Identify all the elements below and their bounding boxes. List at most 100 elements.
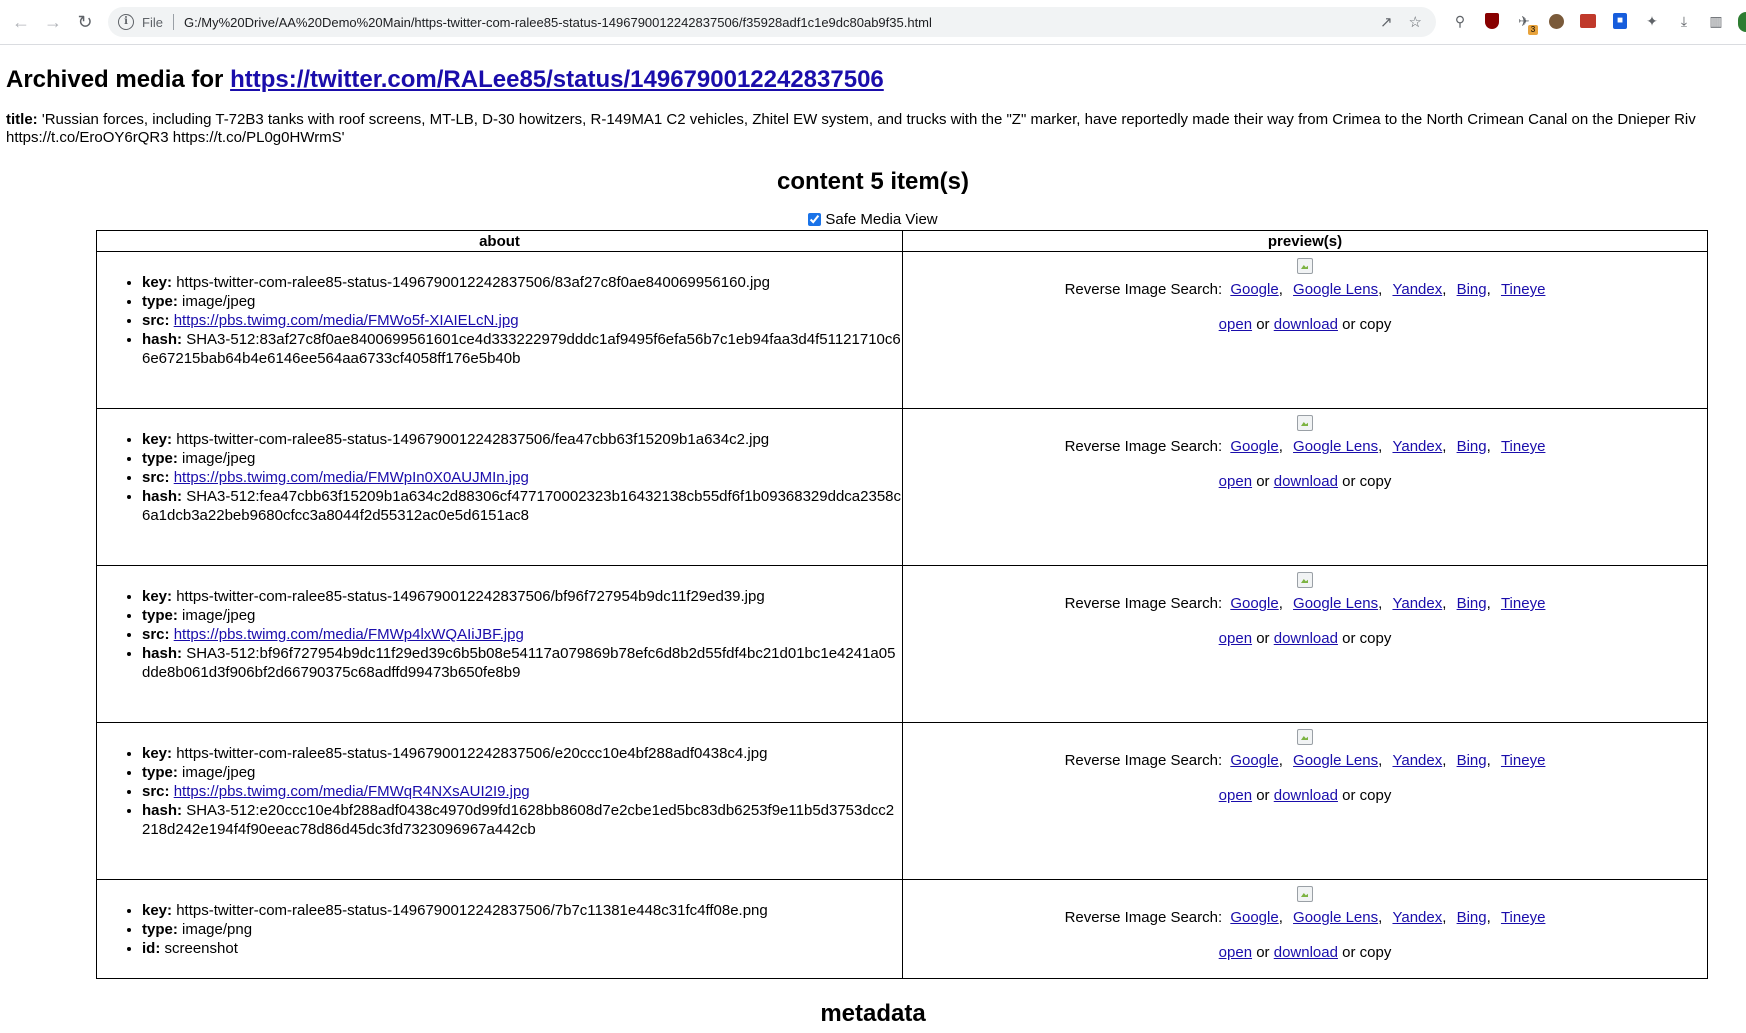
yandex-link[interactable]: Yandex bbox=[1392, 752, 1442, 769]
google-lens-link[interactable]: Google Lens bbox=[1293, 909, 1378, 926]
safe-media-toggle[interactable]: Safe Media View bbox=[6, 211, 1740, 229]
omnibox-divider bbox=[172, 14, 174, 30]
tineye-link[interactable]: Tineye bbox=[1501, 909, 1545, 926]
download-link[interactable]: download bbox=[1274, 630, 1338, 647]
tineye-link[interactable]: Tineye bbox=[1501, 752, 1545, 769]
tweet-link[interactable]: https://twitter.com/RALee85/status/14967… bbox=[230, 66, 884, 93]
type-value: image/jpeg bbox=[182, 293, 256, 310]
side-panel-icon[interactable]: ▥ bbox=[1704, 9, 1728, 33]
google-lens-link[interactable]: Google Lens bbox=[1293, 595, 1378, 612]
src-link[interactable]: https://pbs.twimg.com/media/FMWqR4NXsAUI… bbox=[174, 783, 530, 800]
hash-value: SHA3-512:83af27c8f0ae8400699561601ce4d33… bbox=[142, 331, 901, 367]
download-link[interactable]: download bbox=[1274, 787, 1338, 804]
bing-link[interactable]: Bing bbox=[1457, 752, 1487, 769]
yandex-link[interactable]: Yandex bbox=[1392, 281, 1442, 298]
google-link[interactable]: Google bbox=[1230, 752, 1278, 769]
type-value: image/png bbox=[182, 921, 253, 938]
file-actions: open or download or copy bbox=[1218, 630, 1392, 647]
url-scheme: File bbox=[142, 14, 163, 30]
copy-text[interactable]: or copy bbox=[1342, 944, 1391, 961]
open-link[interactable]: open bbox=[1219, 316, 1252, 333]
bing-link[interactable]: Bing bbox=[1457, 909, 1487, 926]
google-link[interactable]: Google bbox=[1230, 438, 1278, 455]
type-value: image/jpeg bbox=[182, 450, 256, 467]
tineye-link[interactable]: Tineye bbox=[1501, 281, 1545, 298]
src-link[interactable]: https://pbs.twimg.com/media/FMWpIn0X0AUJ… bbox=[174, 469, 529, 486]
extensions-bar: ⚲ ✈ 3 ■ ✦ ⤓ ▥ bbox=[1448, 9, 1728, 35]
src-link[interactable]: https://pbs.twimg.com/media/FMWo5f-XIAIE… bbox=[174, 312, 519, 329]
share-icon[interactable]: ↗ bbox=[1380, 13, 1393, 31]
broken-image-icon[interactable] bbox=[1297, 415, 1313, 431]
page-content: Archived media for https://twitter.com/R… bbox=[0, 65, 1746, 1029]
yandex-link[interactable]: Yandex bbox=[1392, 909, 1442, 926]
download-link[interactable]: download bbox=[1274, 944, 1338, 961]
bitwarden-icon[interactable]: ■ bbox=[1608, 9, 1632, 33]
page-heading: Archived media for https://twitter.com/R… bbox=[6, 65, 1740, 95]
copy-text[interactable]: or copy bbox=[1342, 630, 1391, 647]
table-row: key: https-twitter-com-ralee85-status-14… bbox=[96, 722, 1708, 880]
bing-link[interactable]: Bing bbox=[1457, 595, 1487, 612]
puzzle-piece-icon[interactable]: ✦ bbox=[1640, 9, 1664, 33]
bing-link[interactable]: Bing bbox=[1457, 281, 1487, 298]
google-link[interactable]: Google bbox=[1230, 909, 1278, 926]
forward-arrow-icon[interactable]: → bbox=[38, 7, 68, 37]
preview-cell: Reverse Image Search: Google, Google Len… bbox=[902, 251, 1708, 409]
key-value: https-twitter-com-ralee85-status-1496790… bbox=[176, 431, 770, 448]
safe-media-checkbox[interactable] bbox=[808, 213, 822, 226]
table-row: key: https-twitter-com-ralee85-status-14… bbox=[96, 879, 1708, 979]
open-link[interactable]: open bbox=[1219, 630, 1252, 647]
tineye-link[interactable]: Tineye bbox=[1501, 438, 1545, 455]
table-row: key: https-twitter-com-ralee85-status-14… bbox=[96, 251, 1708, 409]
download-link[interactable]: download bbox=[1274, 316, 1338, 333]
yandex-link[interactable]: Yandex bbox=[1392, 595, 1442, 612]
profile-avatar[interactable] bbox=[1738, 12, 1746, 32]
google-lens-link[interactable]: Google Lens bbox=[1293, 752, 1378, 769]
tineye-link[interactable]: Tineye bbox=[1501, 595, 1545, 612]
info-icon[interactable]: i bbox=[118, 14, 134, 30]
open-link[interactable]: open bbox=[1219, 787, 1252, 804]
download-icon[interactable]: ⤓ bbox=[1672, 9, 1696, 33]
extension-badge-count: 3 bbox=[1528, 25, 1538, 35]
broken-image-icon[interactable] bbox=[1297, 729, 1313, 745]
key-value: https-twitter-com-ralee85-status-1496790… bbox=[176, 274, 770, 291]
download-link[interactable]: download bbox=[1274, 473, 1338, 490]
address-bar[interactable]: i File G:/My%20Drive/AA%20Demo%20Main/ht… bbox=[108, 7, 1436, 37]
reverse-image-search: Reverse Image Search: Google, Google Len… bbox=[1064, 752, 1546, 769]
google-link[interactable]: Google bbox=[1230, 281, 1278, 298]
google-lens-link[interactable]: Google Lens bbox=[1293, 281, 1378, 298]
copy-text[interactable]: or copy bbox=[1342, 787, 1391, 804]
broken-image-icon[interactable] bbox=[1297, 258, 1313, 274]
bing-link[interactable]: Bing bbox=[1457, 438, 1487, 455]
cookie-icon[interactable] bbox=[1544, 9, 1568, 33]
reverse-image-search: Reverse Image Search: Google, Google Len… bbox=[1064, 281, 1546, 298]
table-row: key: https-twitter-com-ralee85-status-14… bbox=[96, 565, 1708, 723]
back-arrow-icon[interactable]: ← bbox=[6, 7, 36, 37]
file-actions: open or download or copy bbox=[1218, 316, 1392, 333]
key-item: key: https-twitter-com-ralee85-status-14… bbox=[142, 273, 902, 292]
google-lens-link[interactable]: Google Lens bbox=[1293, 438, 1378, 455]
reverse-image-search: Reverse Image Search: Google, Google Len… bbox=[1064, 909, 1546, 926]
id-item: id: screenshot bbox=[142, 939, 902, 958]
red-extension-icon[interactable] bbox=[1576, 9, 1600, 33]
type-value: image/jpeg bbox=[182, 607, 256, 624]
reload-icon[interactable]: ↻ bbox=[70, 7, 100, 37]
url-text[interactable]: G:/My%20Drive/AA%20Demo%20Main/https-twi… bbox=[184, 15, 932, 30]
broken-image-icon[interactable] bbox=[1297, 572, 1313, 588]
yandex-link[interactable]: Yandex bbox=[1392, 438, 1442, 455]
broken-image-icon[interactable] bbox=[1297, 886, 1313, 902]
search-icon[interactable]: ⚲ bbox=[1448, 9, 1472, 33]
open-link[interactable]: open bbox=[1219, 944, 1252, 961]
table-row: key: https-twitter-com-ralee85-status-14… bbox=[96, 408, 1708, 566]
bookmark-star-icon[interactable]: ☆ bbox=[1409, 13, 1422, 31]
copy-text[interactable]: or copy bbox=[1342, 316, 1391, 333]
ublock-shield-icon[interactable] bbox=[1480, 9, 1504, 33]
copy-text[interactable]: or copy bbox=[1342, 473, 1391, 490]
src-link[interactable]: https://pbs.twimg.com/media/FMWp4lxWQAIi… bbox=[174, 626, 524, 643]
google-link[interactable]: Google bbox=[1230, 595, 1278, 612]
open-link[interactable]: open bbox=[1219, 473, 1252, 490]
src-item: src: https://pbs.twimg.com/media/FMWpIn0… bbox=[142, 468, 902, 487]
extension-badge-icon[interactable]: ✈ 3 bbox=[1512, 9, 1538, 35]
hash-item: hash: SHA3-512:bf96f727954b9dc11f29ed39c… bbox=[142, 644, 902, 682]
type-item: type: image/jpeg bbox=[142, 606, 902, 625]
key-item: key: https-twitter-com-ralee85-status-14… bbox=[142, 430, 902, 449]
